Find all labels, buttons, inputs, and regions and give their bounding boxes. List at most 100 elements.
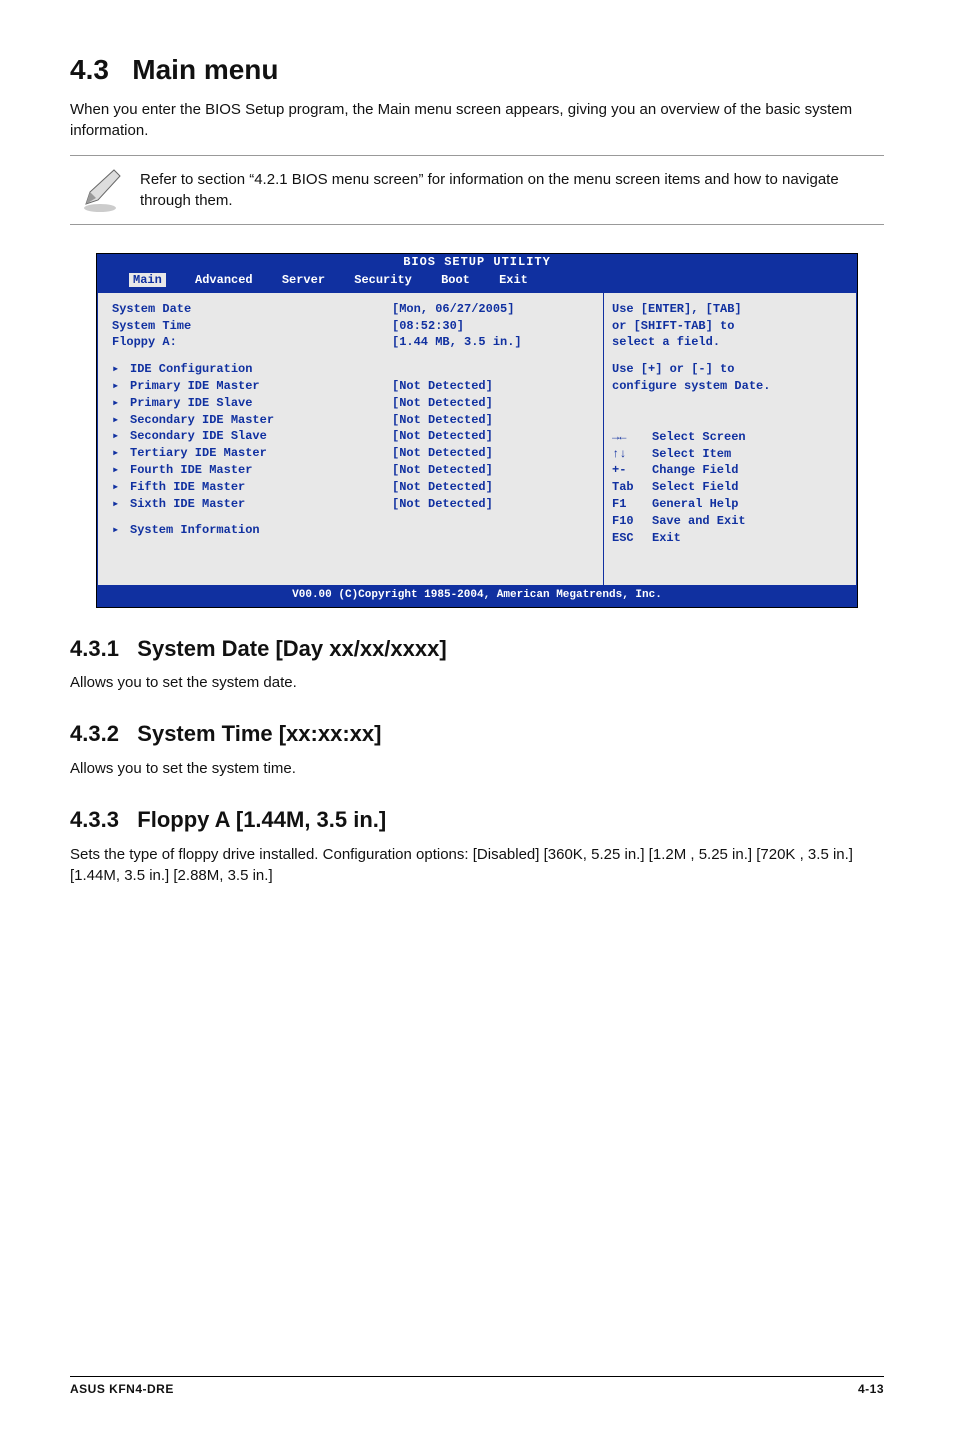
bios-screenshot: BIOS SETUP UTILITY Main Advanced Server … xyxy=(96,253,858,607)
section-number: 4.3 xyxy=(70,54,109,85)
menu-secondary-ide-master[interactable]: ▸ Secondary IDE Master [Not Detected] xyxy=(112,412,593,429)
tab-advanced[interactable]: Advanced xyxy=(195,273,253,287)
menu-tertiary-ide-master[interactable]: ▸ Tertiary IDE Master [Not Detected] xyxy=(112,445,593,462)
menu-fifth-ide-master[interactable]: ▸ Fifth IDE Master [Not Detected] xyxy=(112,479,593,496)
page-footer: ASUS KFN4-DRE 4-13 xyxy=(70,1376,884,1398)
menu-sixth-ide-master[interactable]: ▸ Sixth IDE Master [Not Detected] xyxy=(112,496,593,513)
section-title: Floppy A [1.44M, 3.5 in.] xyxy=(137,807,386,832)
nav-label: Select Field xyxy=(652,479,738,496)
menu-label: IDE Configuration xyxy=(130,361,392,378)
submenu-arrow-icon: ▸ xyxy=(112,412,130,429)
tab-security[interactable]: Security xyxy=(354,273,412,287)
menu-value: [Not Detected] xyxy=(392,378,593,395)
section-heading: 4.3.2 System Time [xx:xx:xx] xyxy=(70,719,884,750)
section-number: 4.3.1 xyxy=(70,636,119,661)
nav-label: Save and Exit xyxy=(652,513,746,530)
pencil-icon xyxy=(70,166,130,214)
menu-primary-ide-slave[interactable]: ▸ Primary IDE Slave [Not Detected] xyxy=(112,395,593,412)
help-text-line: or [SHIFT-TAB] to xyxy=(612,318,842,335)
nav-label: General Help xyxy=(652,496,738,513)
nav-help: →←Select Screen ↑↓Select Item +-Change F… xyxy=(612,429,842,547)
menu-label: Secondary IDE Master xyxy=(130,412,392,429)
submenu-arrow-icon: ▸ xyxy=(112,496,130,513)
bios-title: BIOS SETUP UTILITY xyxy=(97,254,857,271)
submenu-arrow-icon: ▸ xyxy=(112,445,130,462)
menu-value xyxy=(392,361,593,378)
field-value: [Mon, 06/27/2005] xyxy=(392,301,593,318)
intro-paragraph: When you enter the BIOS Setup program, t… xyxy=(70,99,884,141)
nav-label: Select Screen xyxy=(652,429,746,446)
section-body: Sets the type of floppy drive installed.… xyxy=(70,844,884,886)
nav-row: ESCExit xyxy=(612,530,842,547)
field-value: [08:52:30] xyxy=(392,318,593,335)
help-text-line: Use [+] or [-] to xyxy=(612,361,842,378)
menu-label: Fourth IDE Master xyxy=(130,462,392,479)
footer-right: 4-13 xyxy=(858,1381,884,1398)
menu-label: Primary IDE Master xyxy=(130,378,392,395)
help-text-line: select a field. xyxy=(612,334,842,351)
menu-value: [Not Detected] xyxy=(392,395,593,412)
tab-main[interactable]: Main xyxy=(129,273,166,287)
section-name: Main menu xyxy=(132,54,278,85)
section-body: Allows you to set the system time. xyxy=(70,758,884,779)
menu-value: [Not Detected] xyxy=(392,412,593,429)
submenu-arrow-icon: ▸ xyxy=(112,522,130,539)
nav-label: Change Field xyxy=(652,462,738,479)
section-heading: 4.3.3 Floppy A [1.44M, 3.5 in.] xyxy=(70,805,884,836)
nav-key: F10 xyxy=(612,513,652,530)
nav-key: Tab xyxy=(612,479,652,496)
section-number: 4.3.2 xyxy=(70,721,119,746)
nav-key: →← xyxy=(612,429,652,446)
section-body: Allows you to set the system date. xyxy=(70,672,884,693)
nav-row: ↑↓Select Item xyxy=(612,446,842,463)
field-floppy-a[interactable]: Floppy A: [1.44 MB, 3.5 in.] xyxy=(112,334,593,351)
menu-fourth-ide-master[interactable]: ▸ Fourth IDE Master [Not Detected] xyxy=(112,462,593,479)
menu-label: Sixth IDE Master xyxy=(130,496,392,513)
nav-row: +-Change Field xyxy=(612,462,842,479)
submenu-arrow-icon: ▸ xyxy=(112,361,130,378)
field-label: System Date xyxy=(112,301,392,318)
nav-key: +- xyxy=(612,462,652,479)
menu-value: [Not Detected] xyxy=(392,445,593,462)
section-title: System Time [xx:xx:xx] xyxy=(137,721,381,746)
menu-label: Primary IDE Slave xyxy=(130,395,392,412)
tab-boot[interactable]: Boot xyxy=(441,273,470,287)
field-value: [1.44 MB, 3.5 in.] xyxy=(392,334,593,351)
menu-primary-ide-master[interactable]: ▸ Primary IDE Master [Not Detected] xyxy=(112,378,593,395)
submenu-arrow-icon: ▸ xyxy=(112,462,130,479)
menu-label: Tertiary IDE Master xyxy=(130,445,392,462)
menu-label: System Information xyxy=(130,522,392,539)
tab-exit[interactable]: Exit xyxy=(499,273,528,287)
nav-label: Exit xyxy=(652,530,681,547)
submenu-arrow-icon: ▸ xyxy=(112,428,130,445)
nav-label: Select Item xyxy=(652,446,731,463)
page-title: 4.3 Main menu xyxy=(70,50,884,89)
help-text-line: Use [ENTER], [TAB] xyxy=(612,301,842,318)
nav-key: ↑↓ xyxy=(612,446,652,463)
section-heading: 4.3.1 System Date [Day xx/xx/xxxx] xyxy=(70,634,884,665)
tab-server[interactable]: Server xyxy=(282,273,325,287)
bios-footer: V00.00 (C)Copyright 1985-2004, American … xyxy=(97,586,857,606)
note-text: Refer to section “4.2.1 BIOS menu screen… xyxy=(130,169,884,211)
menu-value: [Not Detected] xyxy=(392,428,593,445)
bios-left-pane: System Date [Mon, 06/27/2005] System Tim… xyxy=(97,293,604,586)
field-system-date[interactable]: System Date [Mon, 06/27/2005] xyxy=(112,301,593,318)
menu-system-information[interactable]: ▸ System Information xyxy=(112,522,593,539)
menu-secondary-ide-slave[interactable]: ▸ Secondary IDE Slave [Not Detected] xyxy=(112,428,593,445)
submenu-arrow-icon: ▸ xyxy=(112,479,130,496)
menu-value: [Not Detected] xyxy=(392,462,593,479)
footer-left: ASUS KFN4-DRE xyxy=(70,1381,174,1398)
bios-tab-bar: Main Advanced Server Security Boot Exit xyxy=(97,271,857,292)
menu-label: Fifth IDE Master xyxy=(130,479,392,496)
bios-help-pane: Use [ENTER], [TAB] or [SHIFT-TAB] to sel… xyxy=(604,293,857,586)
nav-row: F1General Help xyxy=(612,496,842,513)
field-system-time[interactable]: System Time [08:52:30] xyxy=(112,318,593,335)
menu-ide-config[interactable]: ▸ IDE Configuration xyxy=(112,361,593,378)
field-label: System Time xyxy=(112,318,392,335)
menu-value: [Not Detected] xyxy=(392,479,593,496)
note-block: Refer to section “4.2.1 BIOS menu screen… xyxy=(70,155,884,225)
field-label: Floppy A: xyxy=(112,334,392,351)
nav-key: F1 xyxy=(612,496,652,513)
submenu-arrow-icon: ▸ xyxy=(112,395,130,412)
section-number: 4.3.3 xyxy=(70,807,119,832)
